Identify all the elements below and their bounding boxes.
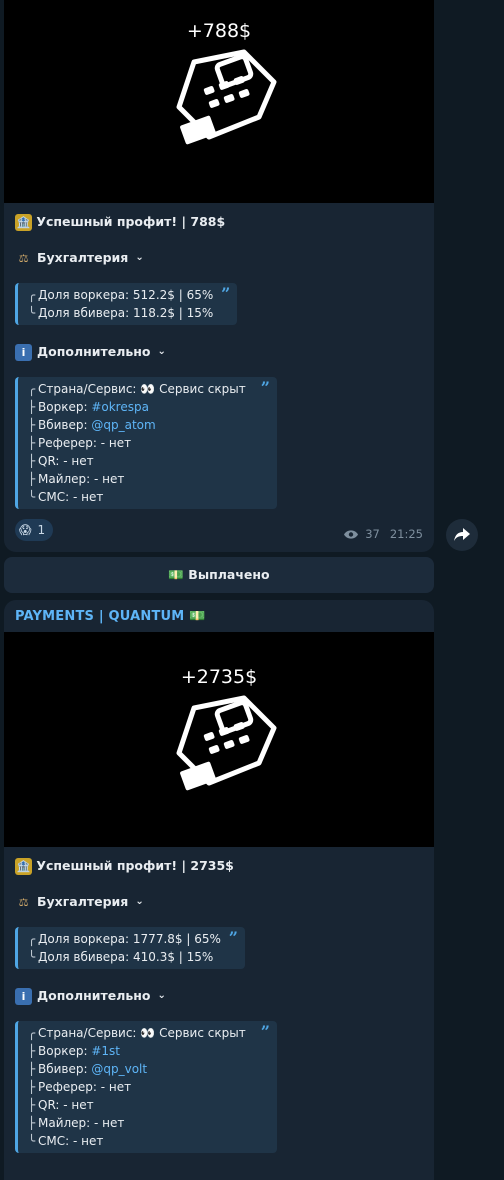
chevron-down-icon: ⌄	[157, 990, 166, 1001]
quote-details: ” ╭ Страна/Сервис: 👀 Сервис скрыт ├ Воркер…	[15, 377, 277, 509]
section-accounting[interactable]: ⚖ Бухгалтерия ⌄	[15, 249, 423, 267]
scream-emoji-icon: 😱	[19, 523, 32, 537]
message-bubble-1: +788$ 🏦 Успешный профит! | 788$ ⚖ Бухгал…	[4, 0, 434, 552]
money-emoji-icon: 💵	[189, 609, 206, 624]
knocker-mention-link[interactable]: @qp_atom	[91, 418, 155, 432]
profit-image[interactable]: +788$	[4, 0, 434, 203]
share-button[interactable]	[446, 519, 478, 551]
profit-image[interactable]: +2735$	[4, 632, 434, 847]
profit-title: 🏦 Успешный профит! | 2735$	[15, 858, 234, 875]
worker-hashtag-link[interactable]: #1st	[91, 1044, 120, 1058]
section-additional[interactable]: i Дополнительно ⌄	[15, 343, 423, 361]
card-terminal-icon	[176, 695, 277, 791]
eyes-emoji-icon: 👀	[140, 382, 156, 396]
scales-emoji-icon: ⚖	[18, 251, 29, 265]
quote-icon: ”	[260, 378, 270, 397]
bank-emoji-icon: 🏦	[15, 214, 32, 231]
quote-shares: ” ╭ Доля воркера: 512.2$ | 65% ╰ Доля вбив…	[15, 283, 238, 325]
profit-amount: +788$	[186, 20, 252, 42]
scales-emoji-icon: ⚖	[18, 895, 29, 909]
quote-details: ” ╭ Страна/Сервис: 👀 Сервис скрыт ├ Воркер…	[15, 1021, 277, 1153]
quote-icon: ”	[221, 284, 231, 303]
sender-name[interactable]: PAYMENTS | QUANTUM 💵	[4, 600, 434, 632]
reaction-chip[interactable]: 😱 1	[15, 519, 54, 541]
profit-amount: +2735$	[180, 666, 258, 688]
eye-icon	[344, 529, 359, 539]
profit-title: 🏦 Успешный профит! | 788$	[15, 214, 226, 231]
message-bubble-2: PAYMENTS | QUANTUM 💵 +2735$ 🏦 Успешный п…	[4, 600, 434, 1180]
bank-emoji-icon: 🏦	[15, 858, 32, 875]
section-additional[interactable]: i Дополнительно ⌄	[15, 987, 423, 1005]
share-arrow-icon	[454, 528, 470, 541]
info-emoji-icon: i	[15, 343, 32, 361]
money-emoji-icon: 💵	[168, 567, 184, 582]
info-emoji-icon: i	[15, 987, 32, 1005]
section-accounting[interactable]: ⚖ Бухгалтерия ⌄	[15, 893, 423, 911]
knocker-mention-link[interactable]: @qp_volt	[91, 1062, 147, 1076]
eyes-emoji-icon: 👀	[140, 1026, 156, 1040]
message-meta: 37 21:25	[343, 527, 423, 541]
worker-hashtag-link[interactable]: #okrespa	[91, 400, 149, 414]
chevron-down-icon: ⌄	[135, 252, 144, 263]
card-terminal-icon	[176, 49, 277, 145]
quote-icon: ”	[228, 928, 238, 947]
quote-shares: ” ╭ Доля воркера: 1777.8$ | 65% ╰ Доля вби…	[15, 927, 245, 969]
quote-icon: ”	[260, 1022, 270, 1041]
paid-button[interactable]: 💵 Выплачено	[4, 557, 434, 593]
chevron-down-icon: ⌄	[157, 346, 166, 357]
chevron-down-icon: ⌄	[135, 896, 144, 907]
